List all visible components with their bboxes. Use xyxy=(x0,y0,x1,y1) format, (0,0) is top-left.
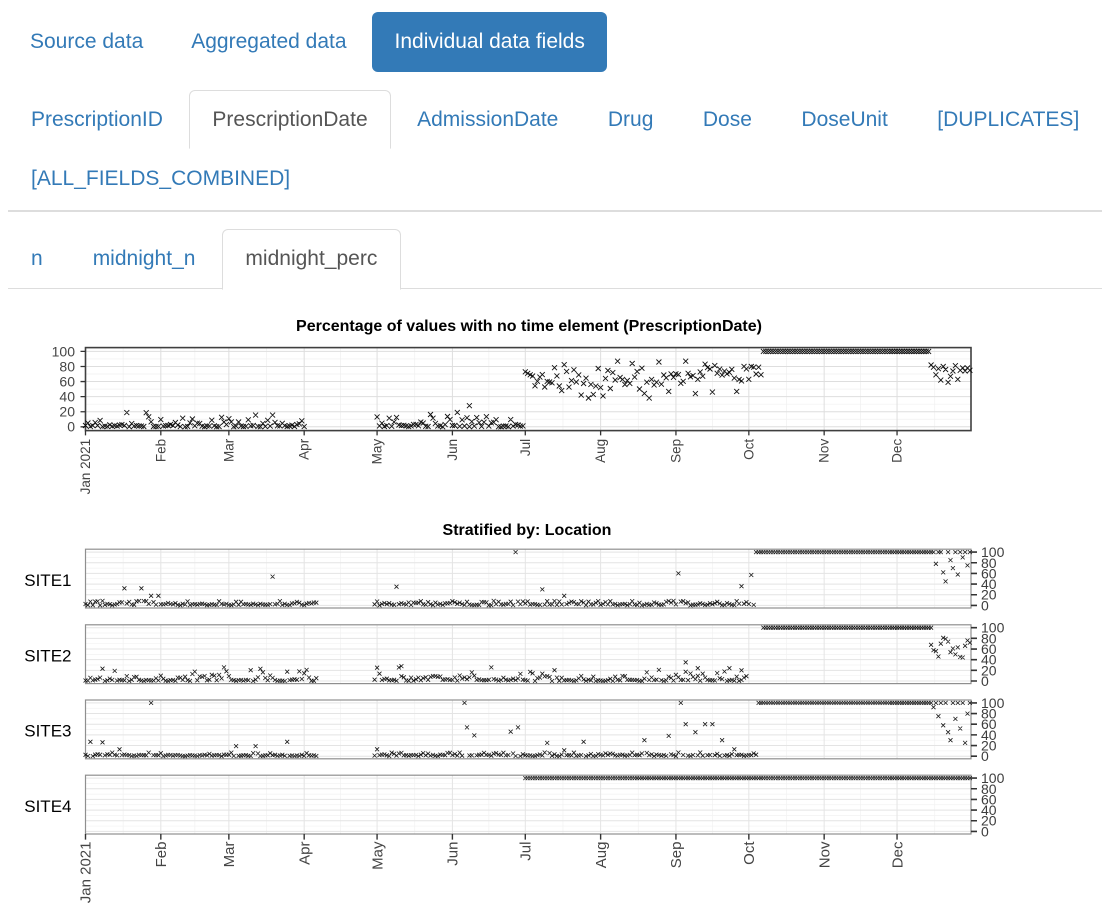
svg-text:100: 100 xyxy=(52,343,76,359)
svg-text:May: May xyxy=(369,841,386,870)
svg-text:Sep: Sep xyxy=(668,842,685,869)
svg-text:Mar: Mar xyxy=(221,438,236,462)
svg-text:Jul: Jul xyxy=(517,842,534,861)
svg-text:0: 0 xyxy=(67,419,75,435)
svg-text:SITE3: SITE3 xyxy=(24,722,71,741)
svg-text:80: 80 xyxy=(59,358,75,374)
svg-text:Oct: Oct xyxy=(741,439,756,460)
svg-text:Apr: Apr xyxy=(297,438,312,460)
svg-text:100: 100 xyxy=(981,770,1005,786)
svg-text:60: 60 xyxy=(59,373,75,389)
svg-text:Percentage of values with no t: Percentage of values with no time elemen… xyxy=(296,318,762,335)
svg-text:Nov: Nov xyxy=(817,439,832,463)
svg-text:May: May xyxy=(370,439,385,465)
svg-text:20: 20 xyxy=(59,404,75,420)
svg-text:Oct: Oct xyxy=(741,841,758,865)
svg-text:Dec: Dec xyxy=(889,841,906,868)
svg-text:Jan 2021: Jan 2021 xyxy=(78,439,93,495)
svg-text:Mar: Mar xyxy=(221,842,238,868)
svg-text:Feb: Feb xyxy=(153,842,170,868)
svg-text:SITE4: SITE4 xyxy=(24,797,71,816)
svg-text:Nov: Nov xyxy=(816,841,833,868)
svg-text:Apr: Apr xyxy=(296,841,313,864)
svg-text:Aug: Aug xyxy=(593,842,610,869)
svg-text:100: 100 xyxy=(981,620,1005,636)
svg-text:Stratified by: Location: Stratified by: Location xyxy=(443,522,612,539)
svg-text:100: 100 xyxy=(981,544,1005,560)
svg-text:Aug: Aug xyxy=(593,439,608,463)
svg-text:Jun: Jun xyxy=(445,842,462,866)
svg-text:Jul: Jul xyxy=(518,439,533,456)
svg-text:Jun: Jun xyxy=(445,439,460,461)
svg-text:100: 100 xyxy=(981,695,1005,711)
svg-text:Jan 2021: Jan 2021 xyxy=(78,842,95,904)
svg-text:40: 40 xyxy=(59,389,75,405)
svg-text:SITE1: SITE1 xyxy=(24,571,71,590)
svg-text:SITE2: SITE2 xyxy=(24,646,71,665)
svg-text:Dec: Dec xyxy=(890,439,905,463)
svg-text:Feb: Feb xyxy=(153,439,168,462)
svg-text:Sep: Sep xyxy=(668,439,683,463)
